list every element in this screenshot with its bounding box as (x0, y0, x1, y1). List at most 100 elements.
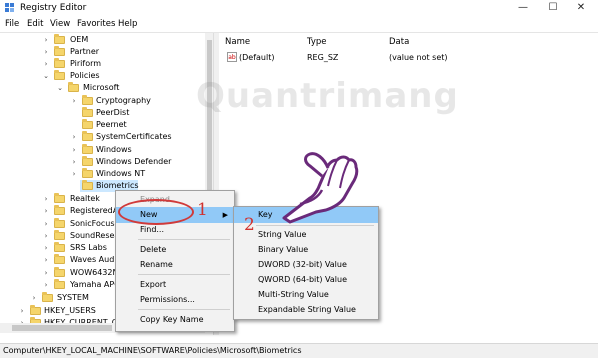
column-header-name[interactable]: Name (225, 37, 250, 47)
expand-chevron-icon[interactable]: › (42, 218, 50, 230)
tree-hscroll-thumb[interactable] (12, 325, 112, 331)
expand-chevron-icon[interactable]: › (70, 168, 78, 180)
menu-item-export[interactable]: Export (116, 277, 234, 293)
expand-chevron-icon[interactable]: › (42, 279, 50, 291)
menu-view[interactable]: View (50, 19, 70, 29)
expand-chevron-icon[interactable]: › (42, 193, 50, 205)
submenu-item-string-value[interactable]: String Value (234, 227, 378, 243)
tree-item-label: Cryptography (96, 96, 151, 105)
tree-item-label: Peernet (96, 120, 127, 129)
tree-item-label: Microsoft (83, 83, 120, 92)
tree-item-label: Windows (96, 145, 132, 154)
tree-item-cryptography[interactable]: › Cryptography (0, 95, 205, 107)
value-name[interactable]: (Default) (239, 53, 274, 62)
folder-icon (82, 180, 93, 190)
folder-icon (82, 144, 93, 154)
menu-item-rename[interactable]: Rename (116, 257, 234, 273)
expand-chevron-icon[interactable]: › (42, 267, 50, 279)
folder-icon (82, 119, 93, 129)
tree-item-policies[interactable]: ⌄ Policies (0, 70, 205, 82)
expand-chevron-icon[interactable]: › (42, 205, 50, 217)
folder-icon (54, 46, 65, 56)
tree-item-label: SonicFocus (70, 219, 115, 228)
expand-chevron-icon[interactable]: › (42, 34, 50, 46)
tree-item-oem[interactable]: › OEM (0, 34, 205, 46)
expand-chevron-icon[interactable]: › (42, 230, 50, 242)
menu-item-delete[interactable]: Delete (116, 242, 234, 258)
expand-chevron-icon[interactable]: › (70, 156, 78, 168)
pointing-hand-icon (282, 152, 359, 224)
tree-item-windows-nt[interactable]: › Windows NT (0, 168, 205, 180)
submenu-item-dword-value[interactable]: DWORD (32-bit) Value (234, 257, 378, 273)
tree-item-label: PeerDist (96, 108, 130, 117)
close-button[interactable]: ✕ (566, 0, 596, 16)
maximize-button[interactable]: ☐ (538, 0, 568, 16)
value-data: (value not set) (389, 53, 448, 62)
folder-icon (54, 254, 65, 264)
tree-item-label: Windows Defender (96, 157, 172, 166)
menu-item-copy-key-name[interactable]: Copy Key Name (116, 312, 234, 328)
registry-path: Computer\HKEY_LOCAL_MACHINE\SOFTWARE\Pol… (3, 346, 302, 355)
expand-chevron-icon[interactable]: › (42, 58, 50, 70)
tree-item-label: SYSTEM (57, 293, 89, 302)
expand-chevron-icon[interactable]: › (18, 305, 26, 317)
expand-chevron-icon[interactable]: › (70, 131, 78, 143)
expand-chevron-icon[interactable]: › (42, 46, 50, 58)
folder-icon (54, 279, 65, 289)
expand-chevron-icon[interactable]: › (30, 292, 38, 304)
value-type: REG_SZ (307, 53, 339, 62)
submenu-item-expandable-string-value[interactable]: Expandable String Value (234, 302, 378, 318)
tree-item-piriform[interactable]: › Piriform (0, 58, 205, 70)
menu-separator (256, 225, 374, 226)
tree-item-microsoft[interactable]: ⌄ Microsoft (0, 82, 205, 94)
status-bar: Computer\HKEY_LOCAL_MACHINE\SOFTWARE\Pol… (0, 343, 598, 358)
minimize-button[interactable]: — (508, 0, 538, 16)
folder-icon (82, 107, 93, 117)
expand-chevron-icon[interactable]: › (42, 242, 50, 254)
tree-item-label: Windows NT (96, 169, 146, 178)
menu-separator (138, 239, 230, 240)
submenu-item-binary-value[interactable]: Binary Value (234, 242, 378, 258)
menu-item-permissions[interactable]: Permissions... (116, 292, 234, 308)
registry-editor-icon (5, 3, 14, 12)
tree-item-windows[interactable]: › Windows (0, 144, 205, 156)
tree-item-label: Waves Audic (70, 255, 121, 264)
tree-item-partner[interactable]: › Partner (0, 46, 205, 58)
title-bar: Registry Editor — ☐ ✕ (0, 0, 598, 16)
menu-help[interactable]: Help (118, 19, 137, 29)
menu-separator (138, 309, 230, 310)
step-number-1: 1 (197, 200, 208, 220)
tree-item-label: HKEY_USERS (44, 306, 96, 315)
menu-favorites[interactable]: Favorites (77, 19, 115, 29)
window-title: Registry Editor (20, 3, 87, 13)
folder-icon (82, 131, 93, 141)
menu-edit[interactable]: Edit (27, 19, 43, 29)
submenu-item-multi-string-value[interactable]: Multi-String Value (234, 287, 378, 303)
folder-icon (54, 70, 65, 80)
collapse-chevron-icon[interactable]: ⌄ (56, 82, 64, 94)
column-header-type[interactable]: Type (307, 37, 327, 47)
string-value-icon: ab (227, 52, 237, 62)
column-header-data[interactable]: Data (389, 37, 409, 47)
tree-item-label: Policies (70, 71, 100, 80)
tree-item-systemcertificates[interactable]: › SystemCertificates (0, 131, 205, 143)
folder-icon (54, 58, 65, 68)
tree-item-peernet[interactable]: Peernet (0, 119, 205, 131)
menu-item-find[interactable]: Find... (116, 222, 234, 238)
tree-item-label: SRS Labs (70, 243, 107, 252)
expand-chevron-icon[interactable]: › (70, 95, 78, 107)
tree-item-label: RegisteredA (70, 206, 119, 215)
tree-item-label: Partner (70, 47, 100, 56)
folder-icon (54, 218, 65, 228)
menu-file[interactable]: File (5, 19, 19, 29)
expand-chevron-icon[interactable]: › (42, 254, 50, 266)
collapse-chevron-icon[interactable]: ⌄ (42, 70, 50, 82)
tree-item-label: Realtek (70, 194, 100, 203)
submenu-item-qword-value[interactable]: QWORD (64-bit) Value (234, 272, 378, 288)
expand-chevron-icon[interactable]: › (70, 144, 78, 156)
menu-bar: File Edit View Favorites Help (0, 16, 598, 32)
tree-item-windows-defender[interactable]: › Windows Defender (0, 156, 205, 168)
folder-icon (42, 292, 53, 302)
tree-item-peerdist[interactable]: PeerDist (0, 107, 205, 119)
folder-icon (54, 205, 65, 215)
